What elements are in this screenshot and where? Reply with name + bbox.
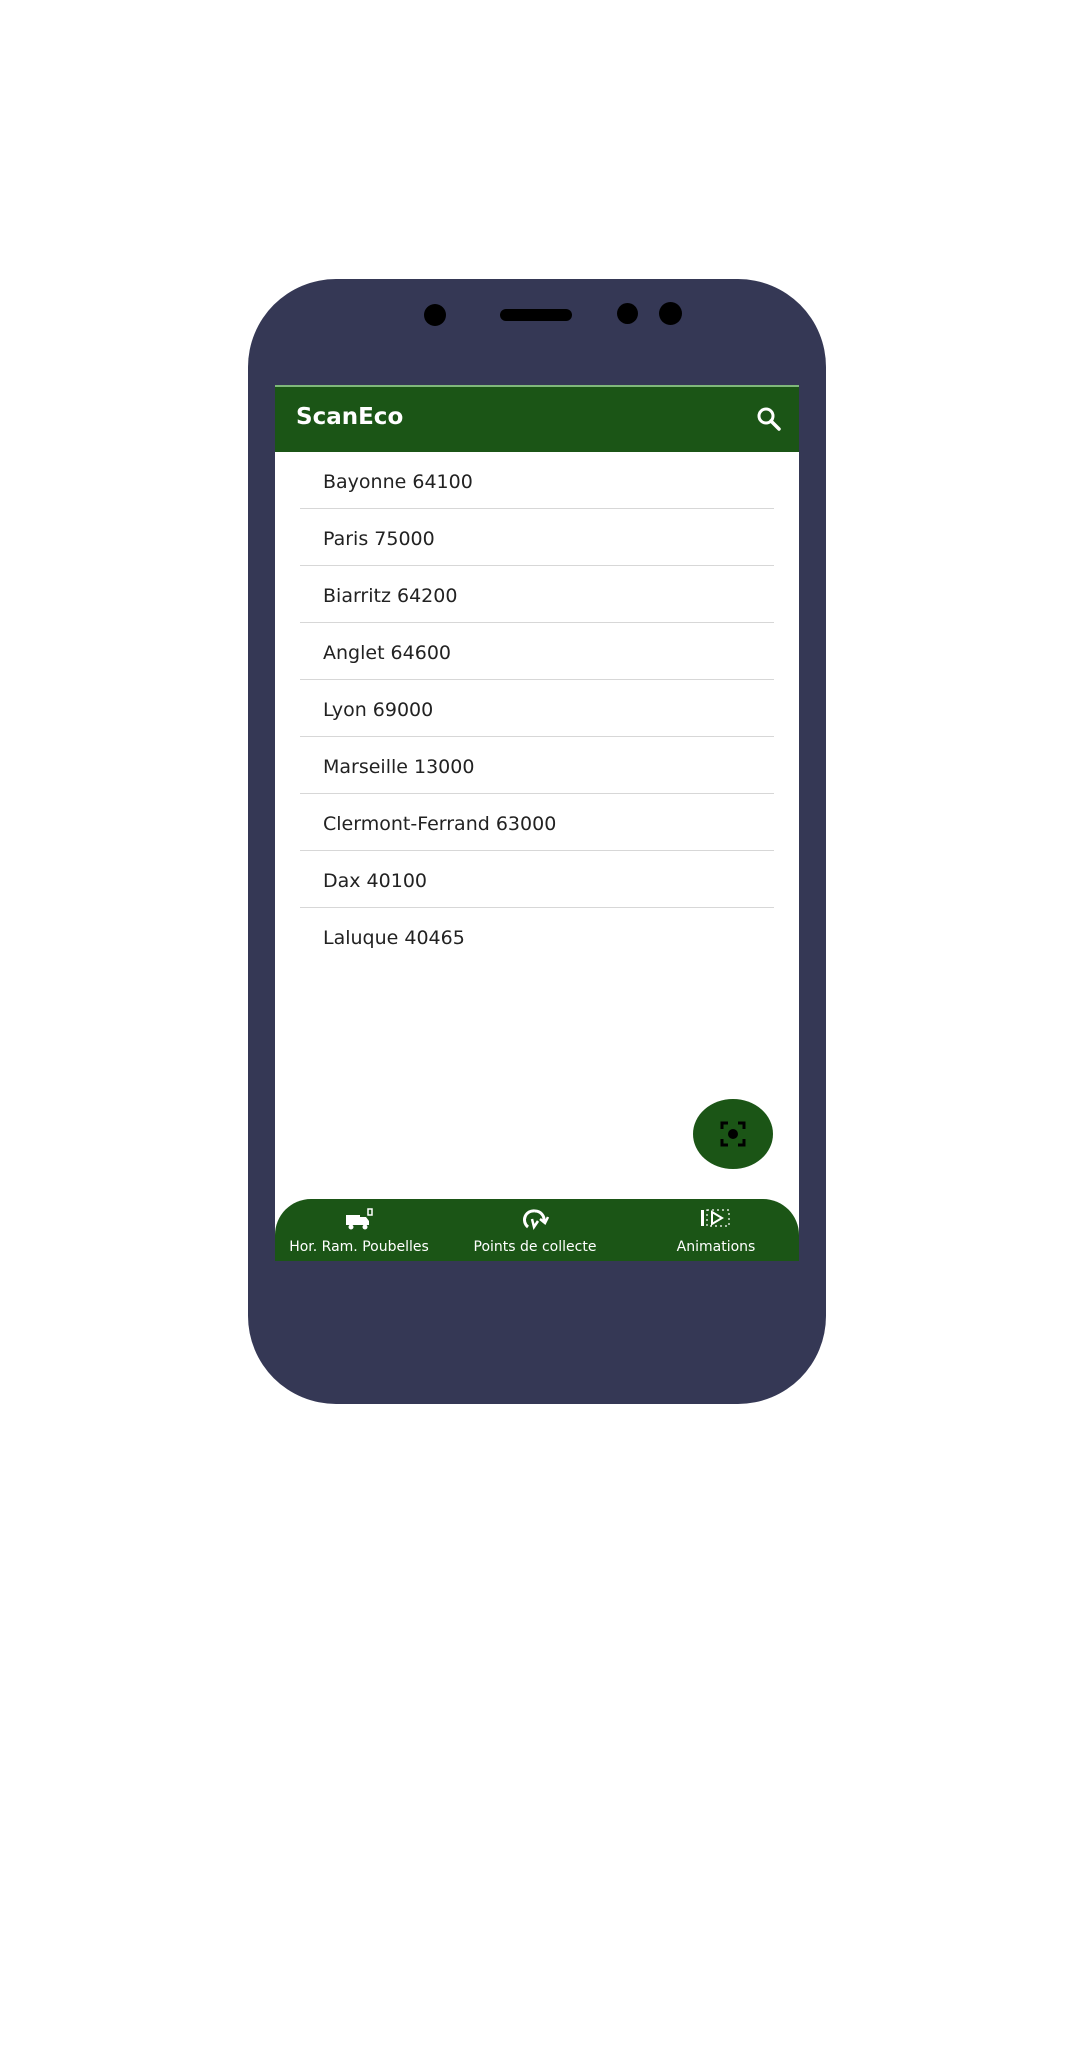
sensor [617, 303, 638, 324]
scan-button[interactable] [693, 1099, 773, 1169]
nav-item-collection-points[interactable]: Points de collecte [455, 1199, 615, 1261]
list-item[interactable]: Paris 75000 [300, 509, 774, 566]
nav-item-collection-schedule[interactable]: Hor. Ram. Poubelles [279, 1199, 439, 1261]
list-item[interactable]: Laluque 40465 [300, 908, 774, 965]
app-screen: ScanEco Bayonne 64100 Paris 75000 Biarri… [275, 385, 799, 1261]
city-label: Bayonne 64100 [323, 471, 473, 493]
nav-label: Animations [676, 1239, 756, 1255]
app-title: ScanEco [296, 404, 404, 430]
list-item[interactable]: Biarritz 64200 [300, 566, 774, 623]
earpiece-speaker [500, 309, 572, 321]
city-label: Clermont-Ferrand 63000 [323, 813, 557, 835]
city-label: Marseille 13000 [323, 756, 475, 778]
slides-icon [701, 1209, 730, 1227]
nav-label: Points de collecte [473, 1239, 597, 1255]
sensor [659, 302, 682, 325]
nav-label: Hor. Ram. Poubelles [289, 1239, 429, 1255]
city-label: Lyon 69000 [323, 699, 434, 721]
city-label: Laluque 40465 [323, 927, 465, 949]
bottom-navigation: Hor. Ram. Poubelles Points de collecte A… [275, 1199, 799, 1261]
city-label: Dax 40100 [323, 870, 427, 892]
city-label: Anglet 64600 [323, 642, 451, 664]
app-bar: ScanEco [275, 385, 799, 452]
search-button[interactable] [755, 405, 783, 433]
city-label: Paris 75000 [323, 528, 435, 550]
recycle-icon [523, 1209, 550, 1231]
list-item[interactable]: Bayonne 64100 [300, 452, 774, 509]
front-camera [424, 304, 446, 326]
scan-icon [720, 1121, 746, 1147]
list-item[interactable]: Anglet 64600 [300, 623, 774, 680]
city-list: Bayonne 64100 Paris 75000 Biarritz 64200… [300, 452, 774, 965]
search-icon [757, 407, 781, 431]
list-item[interactable]: Lyon 69000 [300, 680, 774, 737]
nav-item-animations[interactable]: Animations [655, 1199, 777, 1261]
phone-frame: ScanEco Bayonne 64100 Paris 75000 Biarri… [248, 279, 826, 1404]
list-item[interactable]: Marseille 13000 [300, 737, 774, 794]
truck-icon [346, 1208, 373, 1230]
list-item[interactable]: Clermont-Ferrand 63000 [300, 794, 774, 851]
city-label: Biarritz 64200 [323, 585, 458, 607]
list-item[interactable]: Dax 40100 [300, 851, 774, 908]
